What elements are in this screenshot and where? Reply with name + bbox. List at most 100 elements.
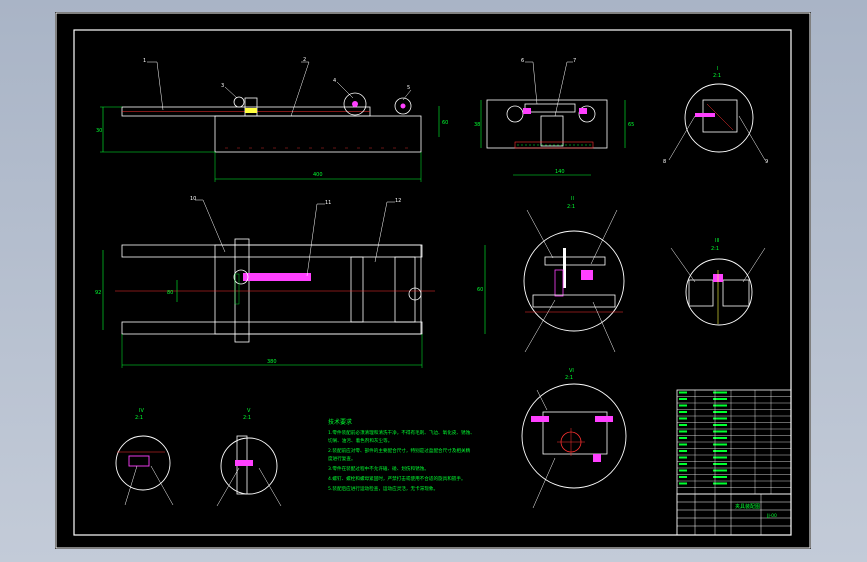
front-view: 400 30 60 1 2 3 4 5 — [96, 57, 448, 182]
callout-1: 1 — [143, 58, 146, 64]
leader-ii-b — [590, 209, 618, 265]
plan-plate — [394, 256, 416, 323]
drawing-sheet: 400 30 60 1 2 3 4 5 140 38 65 6 7 I 2:1 … — [55, 12, 811, 549]
base-plate — [214, 115, 422, 153]
detail-vi-circle — [521, 383, 627, 489]
plan-hatch-left — [234, 273, 240, 305]
leader-iv-a — [124, 465, 138, 506]
callout-3: 3 — [221, 83, 224, 89]
dim-plan-width: 92 — [95, 290, 101, 296]
dim-top-height: 30 — [96, 128, 102, 134]
parts-list-cell-mark — [679, 482, 687, 485]
clamp-knob-left — [233, 96, 245, 108]
callout-12: 12 — [395, 198, 401, 204]
dim-side-height-right: 65 — [628, 122, 634, 128]
leader-3 — [224, 86, 238, 99]
parts-list-cell-mark — [679, 437, 687, 439]
plan-rail-bottom — [121, 321, 423, 335]
detail-ii-title: II — [571, 196, 574, 202]
parts-list-cell-mark — [679, 456, 687, 459]
detail-ii-pin — [554, 269, 564, 297]
notes-line-3: 2.装配前应对零、部件的主要配合尺寸，特别是过盈配合尺寸及相关精 — [328, 447, 471, 454]
parts-list-cell-mark — [679, 417, 687, 420]
leader-ii-c — [524, 299, 556, 353]
leader-7 — [554, 61, 573, 117]
technical-notes: 技术要求 1.零件装配前必须清理和清洗干净，不得有毛刺、飞边、氧化皮、锈蚀、 切… — [328, 418, 475, 492]
dim-top-length: 400 — [313, 172, 323, 178]
detail-i-circle — [684, 83, 754, 153]
parts-list — [676, 389, 792, 495]
detail-ii-base — [532, 294, 616, 308]
leader-5 — [402, 89, 412, 101]
leader-iii-b — [742, 247, 766, 283]
detail-view-i: I 2:1 8 9 — [663, 66, 768, 165]
detail-ii-circle — [523, 230, 625, 332]
detail-iii-title: III — [715, 238, 719, 244]
parts-list-cell-mark — [679, 476, 687, 478]
leader-iii-a — [670, 247, 696, 283]
detail-vi-screw-r — [595, 416, 613, 422]
parts-list-cell-mark — [679, 411, 687, 413]
notes-line-1: 1.零件装配前必须清理和清洗干净，不得有毛刺、飞边、氧化皮、锈蚀、 — [328, 429, 475, 436]
detail-vi-pin — [593, 454, 601, 462]
leader-6 — [525, 61, 538, 105]
plan-clamp-right — [350, 256, 364, 323]
notes-line-7: 5.装配后应进行运动检查，运动应灵活，无卡滞现象。 — [328, 485, 438, 492]
leader-i-b — [738, 115, 766, 161]
side-pin-left — [506, 105, 524, 123]
detail-view-iv: IV 2:1 — [115, 408, 174, 506]
leader-ii-a — [526, 209, 554, 259]
parts-list-cell-mark — [679, 398, 687, 400]
callout-6: 6 — [521, 58, 524, 64]
detail-vi-screw-l — [531, 416, 549, 422]
dim-side-width: 140 — [555, 169, 565, 175]
side-insert-right — [579, 108, 587, 114]
plan-screw-rod — [243, 273, 311, 281]
side-top-plate — [524, 103, 576, 113]
title-block-drawing-no: JJ-00 — [766, 513, 777, 519]
title-block-title: 夹具装配图 — [735, 503, 760, 510]
detail-view-iii: III 2:1 — [670, 238, 766, 326]
outer-frame — [55, 12, 811, 549]
callout-9: 9 — [765, 159, 768, 165]
side-body — [486, 99, 608, 149]
detail-iii-circle — [685, 258, 753, 326]
detail-ii-scale: 2:1 — [567, 204, 575, 210]
leader-4 — [336, 81, 354, 99]
leader-v-b — [258, 467, 282, 507]
detail-vi-scale: 2:1 — [565, 375, 573, 381]
parts-list-cell-mark — [679, 404, 687, 407]
detail-v-screw — [235, 460, 253, 466]
title-block: 夹具装配图 JJ-00 — [676, 493, 792, 536]
detail-ii-screw — [563, 248, 566, 288]
dim-top-right: 60 — [442, 120, 448, 126]
leader-10 — [195, 199, 226, 253]
callout-4: 4 — [333, 78, 336, 84]
detail-iii-block-r — [722, 279, 750, 307]
leader-11 — [306, 203, 325, 277]
detail-iv-insert — [128, 455, 150, 467]
leader-12 — [374, 201, 395, 263]
detail-vi-title: VI — [569, 368, 574, 374]
side-slot — [540, 115, 564, 147]
detail-v-title: V — [247, 408, 251, 414]
leader-1 — [147, 61, 164, 111]
notes-line-2: 切屑、油污、着色剂和灰尘等。 — [328, 437, 392, 444]
side-view: 140 38 65 6 7 — [474, 58, 634, 176]
detail-i-scale: 2:1 — [713, 73, 721, 79]
notes-line-4: 度进行复查。 — [328, 455, 356, 462]
detail-iii-block-l — [688, 279, 714, 307]
leader-ii-d — [592, 301, 616, 353]
plan-frame — [214, 244, 422, 335]
detail-ii-bar — [544, 256, 606, 266]
inner-frame — [73, 29, 792, 536]
cad-drawing: 400 30 60 1 2 3 4 5 140 38 65 6 7 I 2:1 … — [55, 12, 811, 549]
callout-10: 10 — [190, 196, 196, 202]
detail-view-v: V 2:1 — [216, 408, 282, 507]
detail-i-title: I — [717, 66, 718, 72]
detail-iii-scale: 2:1 — [711, 246, 719, 252]
callout-7: 7 — [573, 58, 576, 64]
detail-ii-nut — [581, 270, 593, 280]
detail-view-ii: II 2:1 — [523, 196, 625, 353]
callout-2: 2 — [303, 57, 306, 63]
